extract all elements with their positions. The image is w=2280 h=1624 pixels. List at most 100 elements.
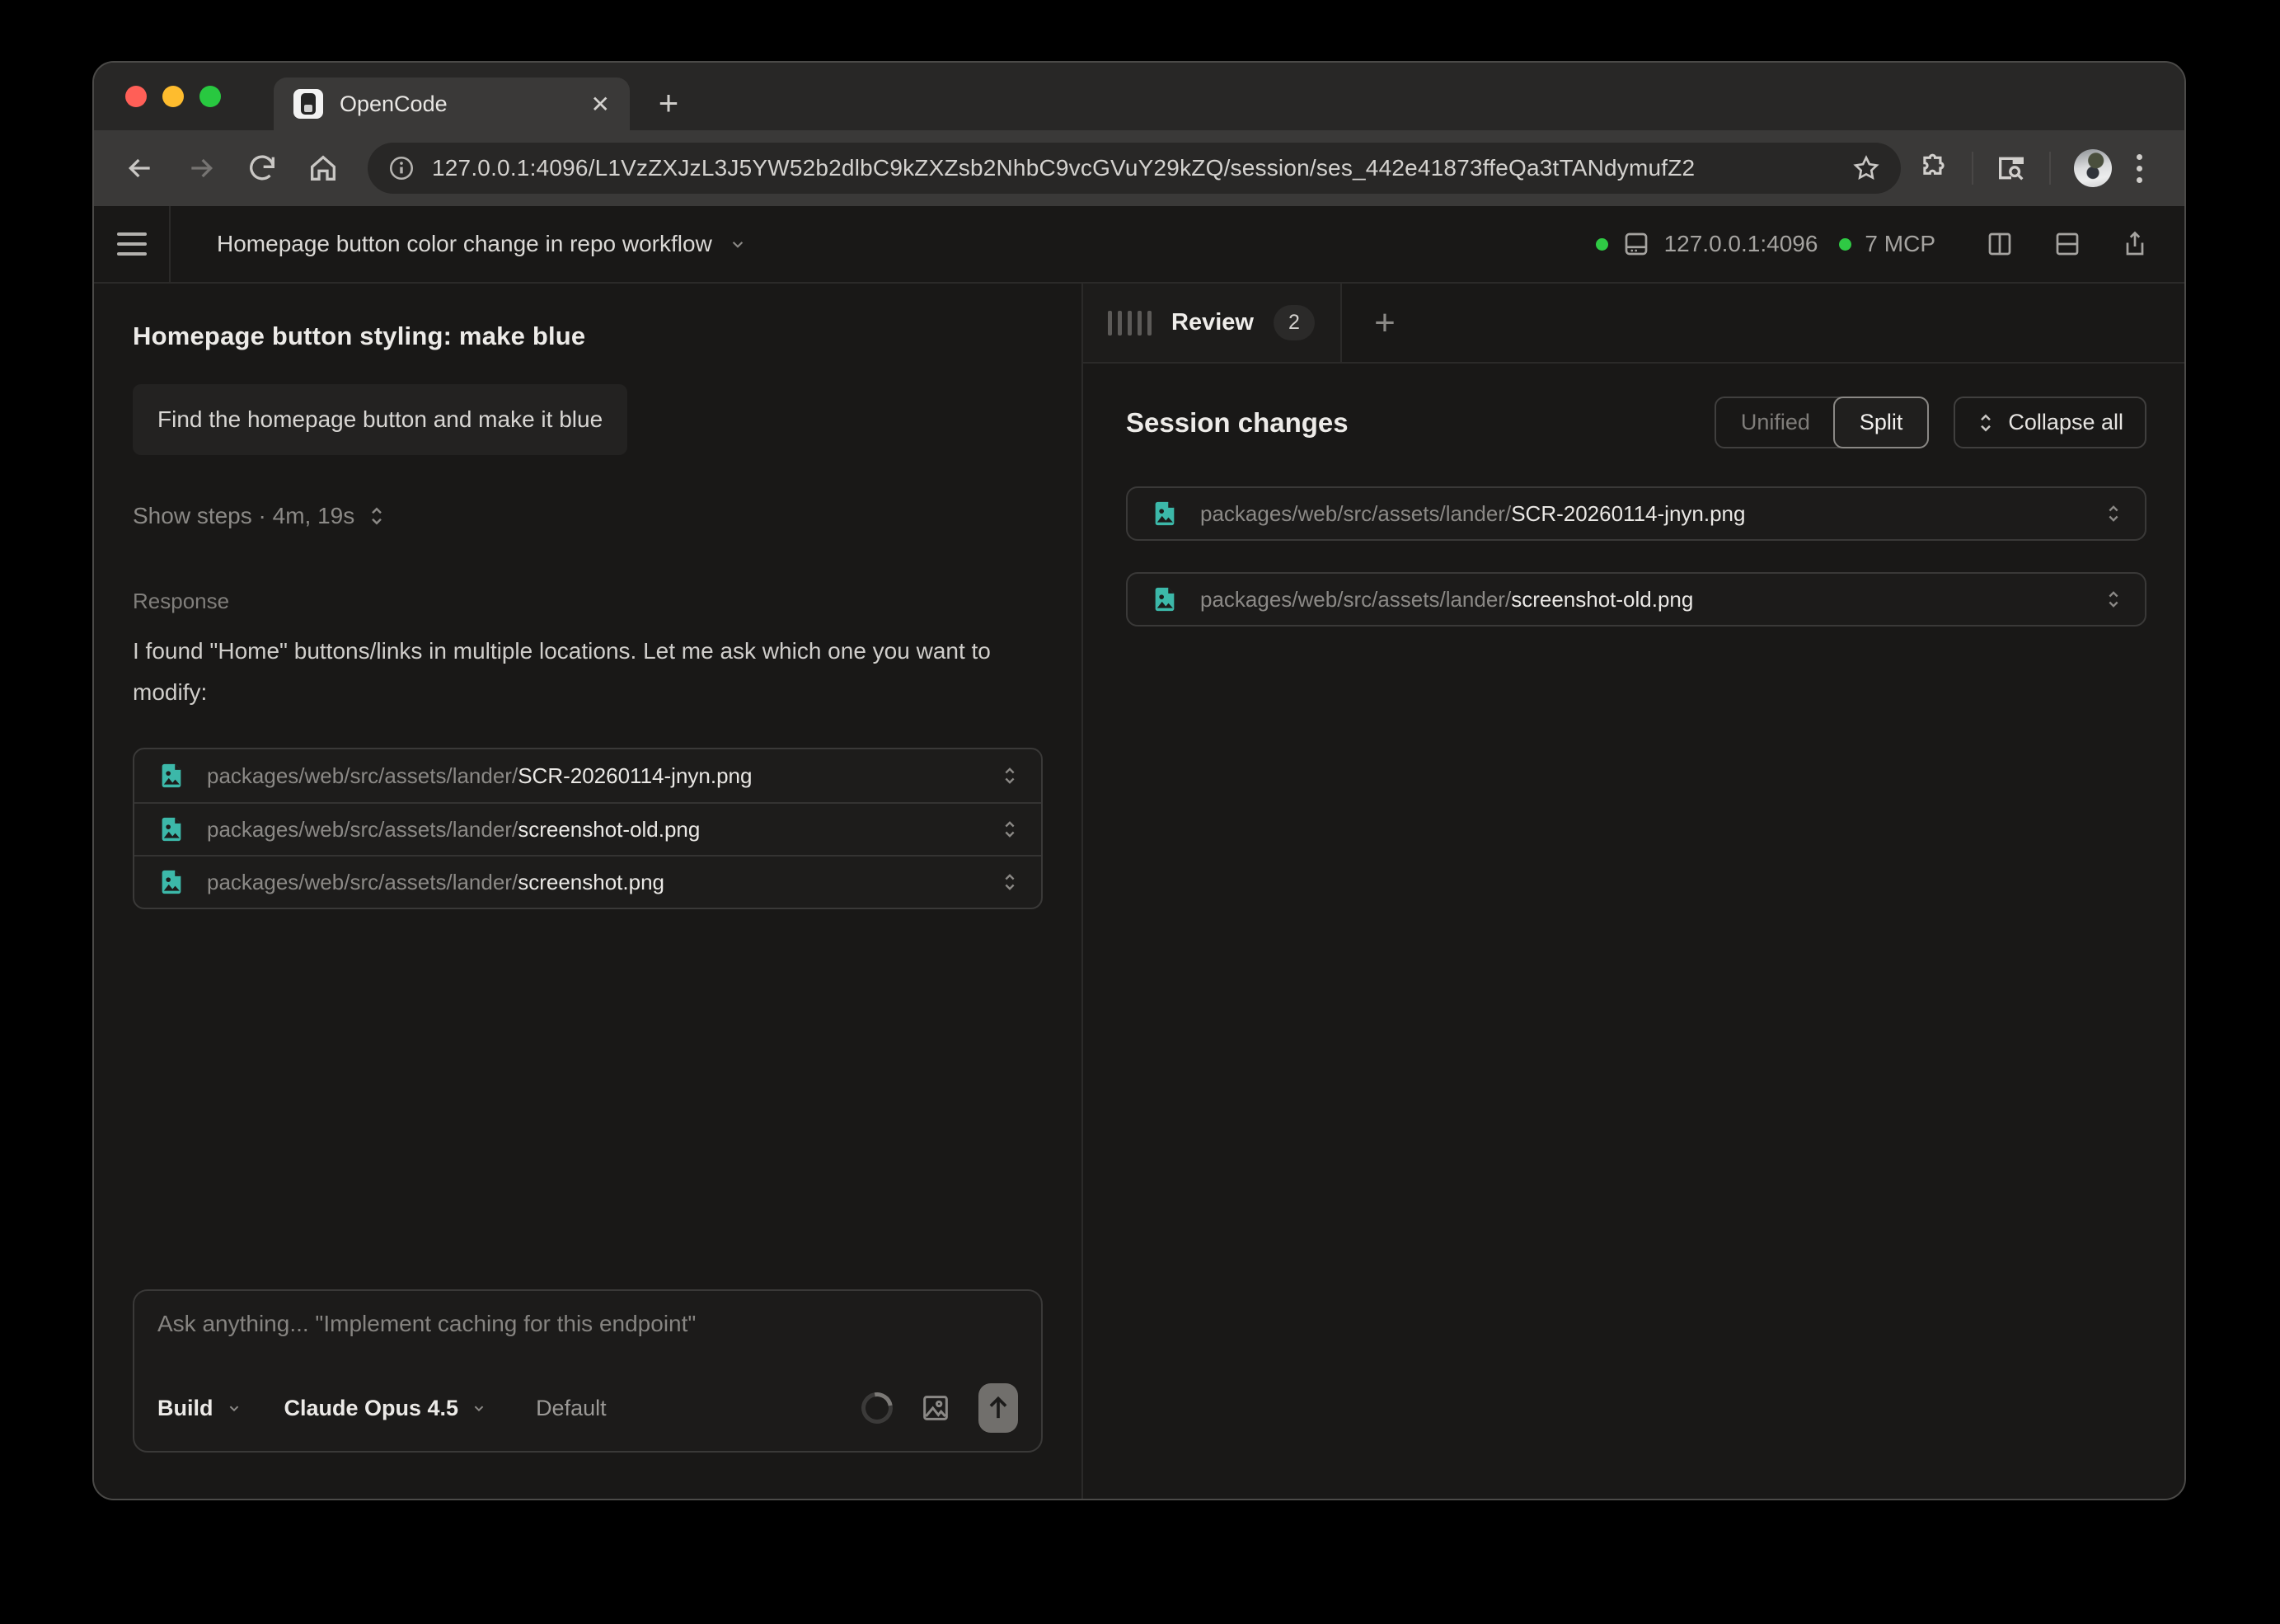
extensions-button[interactable] [1912, 147, 1955, 190]
tab-title: OpenCode [340, 92, 575, 117]
tab-close-icon[interactable]: ✕ [591, 91, 610, 118]
opencode-favicon [293, 89, 323, 119]
split-vertical-icon[interactable] [1985, 229, 2015, 259]
send-button[interactable] [978, 1383, 1018, 1433]
layout-controls [1985, 229, 2150, 259]
sidebar-menu-button[interactable] [94, 206, 171, 282]
chevron-up-down-icon [2105, 502, 2122, 525]
toolbar-separator [2049, 152, 2051, 185]
split-horizontal-icon[interactable] [2052, 229, 2082, 259]
forward-button[interactable] [180, 147, 223, 190]
loading-spinner-icon [856, 1387, 899, 1430]
review-body: Session changes Unified Split Collapse a… [1083, 364, 2184, 627]
tab-search-icon [1995, 152, 2028, 185]
attach-image-icon[interactable] [919, 1392, 952, 1425]
share-icon[interactable] [2120, 229, 2150, 259]
browser-tab-opencode[interactable]: OpenCode ✕ [274, 77, 630, 130]
toolbar-separator [1972, 152, 1973, 185]
image-file-icon [1151, 500, 1179, 528]
traffic-lights [125, 86, 221, 107]
expand-toggle[interactable] [1002, 871, 1018, 894]
show-steps-toggle[interactable]: Show steps · 4m, 19s [133, 503, 1043, 529]
unified-view-button[interactable]: Unified [1716, 398, 1835, 447]
review-tab-label: Review [1171, 309, 1254, 336]
review-count-badge: 2 [1274, 305, 1315, 340]
file-path: packages/web/src/assets/lander/SCR-20260… [207, 763, 752, 789]
home-icon [307, 152, 340, 185]
show-steps-label: Show steps · 4m, 19s [133, 503, 354, 529]
response-file-list: packages/web/src/assets/lander/SCR-20260… [133, 748, 1043, 909]
file-path: packages/web/src/assets/lander/screensho… [207, 870, 664, 895]
review-panel: Review 2 + Session changes Unified Split [1083, 284, 2184, 1499]
tab-search-button[interactable] [1990, 147, 2033, 190]
chevron-up-down-icon [1002, 818, 1018, 841]
add-tab-button[interactable]: + [1342, 284, 1428, 362]
server-address: 127.0.0.1:4096 [1664, 231, 1818, 257]
expand-toggle[interactable] [2105, 502, 2122, 525]
model-selector[interactable]: Claude Opus 4.5 [284, 1396, 489, 1421]
collapse-all-label: Collapse all [2008, 410, 2123, 435]
user-message: Find the homepage button and make it blu… [133, 384, 627, 455]
arrow-up-icon [986, 1394, 1011, 1422]
new-tab-button[interactable]: + [648, 82, 689, 124]
mode-label: Build [157, 1396, 213, 1421]
home-button[interactable] [302, 147, 345, 190]
response-label: Response [133, 589, 1043, 614]
session-changes-list: packages/web/src/assets/lander/SCR-20260… [1126, 486, 2146, 627]
session-title-dropdown[interactable]: Homepage button color change in repo wor… [171, 206, 748, 282]
drag-grip-icon[interactable] [1108, 311, 1152, 336]
close-window-button[interactable] [125, 86, 147, 107]
session-title: Homepage button color change in repo wor… [217, 231, 712, 257]
prompt-input[interactable] [157, 1311, 1018, 1383]
zoom-window-button[interactable] [199, 86, 221, 107]
main-content: Homepage button styling: make blue Find … [94, 284, 2184, 1499]
reload-button[interactable] [241, 147, 284, 190]
bookmark-star-icon[interactable] [1851, 153, 1881, 183]
file-row[interactable]: packages/web/src/assets/lander/SCR-20260… [134, 749, 1041, 802]
browser-toolbar: 127.0.0.1:4096/L1VzZXJzL3J5YW52b2dlbC9kZ… [94, 130, 2184, 206]
reload-icon [246, 152, 279, 185]
browser-window: OpenCode ✕ + 127.0.0.1:4096/L1VzZXJzL3J5… [92, 61, 2186, 1500]
model-label: Claude Opus 4.5 [284, 1396, 459, 1421]
server-icon [1621, 229, 1651, 259]
changed-file-row[interactable]: packages/web/src/assets/lander/SCR-20260… [1126, 486, 2146, 541]
chevron-up-down-icon [1002, 764, 1018, 787]
file-row[interactable]: packages/web/src/assets/lander/screensho… [134, 802, 1041, 855]
file-row[interactable]: packages/web/src/assets/lander/screensho… [134, 855, 1041, 908]
chevron-up-down-icon [1002, 871, 1018, 894]
chevron-up-down-icon [2105, 588, 2122, 611]
mode-selector[interactable]: Build [157, 1396, 243, 1421]
chat-panel: Homepage button styling: make blue Find … [94, 284, 1083, 1499]
split-view-button[interactable]: Split [1833, 397, 1930, 448]
site-info-icon[interactable] [387, 154, 415, 182]
url-text[interactable]: 127.0.0.1:4096/L1VzZXJzL3J5YW52b2dlbC9kZ… [432, 155, 1851, 181]
image-file-icon [157, 868, 185, 896]
browser-tabstrip: OpenCode ✕ + [94, 63, 2184, 130]
chevron-down-icon [727, 233, 748, 255]
composer-actions [861, 1383, 1018, 1433]
profile-avatar[interactable] [2074, 149, 2112, 187]
agent-label: Default [536, 1396, 607, 1421]
review-controls: Unified Split Collapse all [1715, 397, 2146, 448]
chevron-up-down-icon [368, 504, 386, 528]
back-icon [124, 152, 157, 185]
header-status-area: 127.0.0.1:4096 7 MCP [1596, 206, 2184, 282]
minimize-window-button[interactable] [162, 86, 184, 107]
diff-view-toggle: Unified Split [1715, 397, 1930, 448]
app-header: Homepage button color change in repo wor… [94, 206, 2184, 284]
back-button[interactable] [119, 147, 162, 190]
expand-toggle[interactable] [1002, 818, 1018, 841]
tab-review[interactable]: Review 2 [1083, 284, 1342, 362]
mcp-status-dot [1839, 238, 1851, 251]
browser-menu-button[interactable] [2118, 154, 2160, 183]
address-bar[interactable]: 127.0.0.1:4096/L1VzZXJzL3J5YW52b2dlbC9kZ… [368, 143, 1901, 194]
image-file-icon [157, 815, 185, 843]
server-status[interactable]: 127.0.0.1:4096 [1596, 229, 1818, 259]
chevron-down-icon [225, 1399, 243, 1417]
expand-toggle[interactable] [1002, 764, 1018, 787]
mcp-status[interactable]: 7 MCP [1839, 231, 1935, 257]
expand-toggle[interactable] [2105, 588, 2122, 611]
changed-file-row[interactable]: packages/web/src/assets/lander/screensho… [1126, 572, 2146, 627]
collapse-all-button[interactable]: Collapse all [1954, 397, 2146, 448]
extensions-puzzle-icon [1918, 153, 1949, 184]
